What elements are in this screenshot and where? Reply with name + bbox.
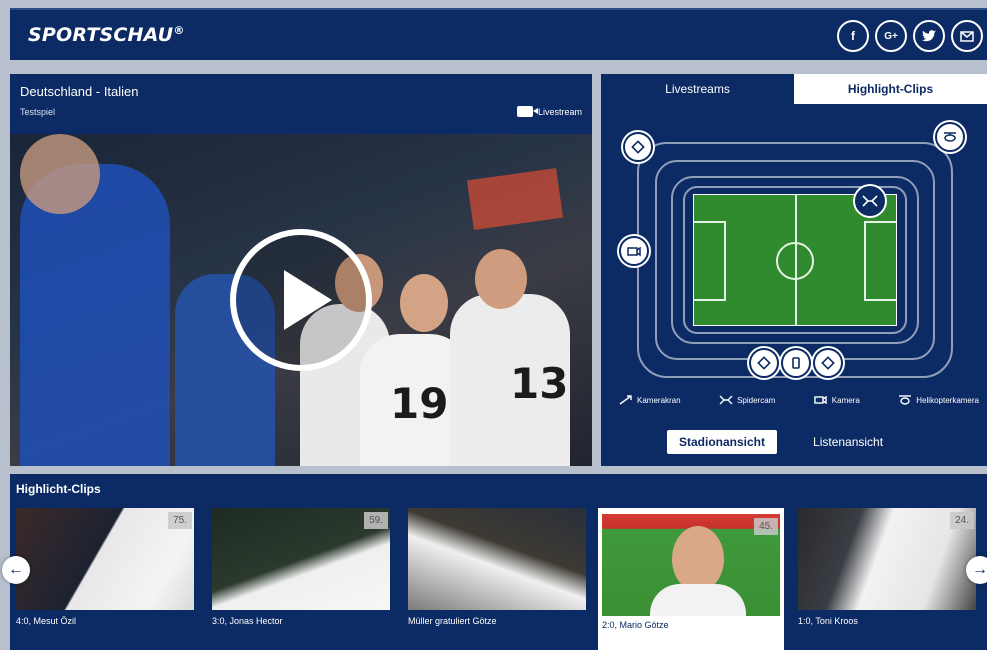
clip-player-shirt <box>650 584 746 616</box>
legend-label: Kamerakran <box>637 395 681 405</box>
video-player[interactable]: 19 13 <box>10 134 592 466</box>
camera-crane-icon <box>821 356 835 370</box>
video-header: Deutschland - Italien Testspiel Livestre… <box>10 74 592 134</box>
twitter-button[interactable] <box>913 20 945 52</box>
legend-label: Spidercam <box>737 395 776 405</box>
video-camera-icon <box>627 246 641 257</box>
player-blue-head <box>20 134 100 214</box>
list-view-button[interactable]: Listenansicht <box>801 430 895 454</box>
livestream-label: Livestream <box>537 106 582 117</box>
clips-prev-button[interactable]: ← <box>2 556 30 584</box>
clip-player-head <box>672 526 724 592</box>
play-icon[interactable] <box>230 229 372 371</box>
clip-caption: 4:0, Mesut Özil <box>16 616 77 626</box>
facebook-button[interactable]: f <box>837 20 869 52</box>
twitter-icon <box>922 30 936 42</box>
clip-thumbnail <box>408 508 586 610</box>
google-plus-icon: G+ <box>884 30 898 42</box>
clip-minute-badge: 24. <box>950 512 974 529</box>
camera-crane-icon <box>631 140 645 154</box>
legend-label: Helikopterkamera <box>916 395 979 405</box>
view-toggle: Stadionansicht Listenansicht <box>667 430 895 454</box>
clip-caption: Müller gratuliert Götze <box>408 616 497 626</box>
registered-mark: ® <box>173 24 185 37</box>
player-head-2 <box>400 274 448 332</box>
camera-panel: Livestreams Highlight-Clips Kamerakran S… <box>601 74 987 466</box>
sportschau-logo[interactable]: SPORTSCHAU® <box>28 24 185 46</box>
stadium-view-button[interactable]: Stadionansicht <box>667 430 778 454</box>
clips-title: Highlicht-Clips <box>16 482 101 496</box>
clip-card-selected[interactable]: 45. 2:0, Mario Götze <box>598 508 784 650</box>
arrow-left-icon: ← <box>8 561 24 578</box>
clip-minute-badge: 45. <box>754 518 778 535</box>
mail-icon <box>960 31 974 42</box>
legend-spidercam: Spidercam <box>719 394 775 406</box>
video-panel: Deutschland - Italien Testspiel Livestre… <box>10 74 592 466</box>
clip-minute-badge: 75. <box>168 512 192 529</box>
livestream-link[interactable]: Livestream <box>516 106 582 117</box>
spidercam[interactable] <box>855 186 885 216</box>
clip-caption: 3:0, Jonas Hector <box>212 616 283 626</box>
arrow-right-icon: → <box>972 561 987 578</box>
camera-bottom-2[interactable] <box>781 348 811 378</box>
google-plus-button[interactable]: G+ <box>875 20 907 52</box>
helicopter-camera[interactable] <box>935 122 965 152</box>
camera-crane-icon <box>619 395 632 405</box>
video-camera-icon <box>516 106 538 117</box>
logo-text: SPORTSCHAU <box>28 24 174 46</box>
camera-left[interactable] <box>619 236 649 266</box>
match-title: Deutschland - Italien <box>20 84 139 99</box>
jersey-number-13: 13 <box>510 359 569 408</box>
clip-card[interactable]: 75. 4:0, Mesut Özil <box>12 508 198 650</box>
camera-bottom-3[interactable] <box>813 348 843 378</box>
helicopter-icon <box>899 395 912 405</box>
tab-highlight-clips[interactable]: Highlight-Clips <box>794 74 987 104</box>
pitch-right-box <box>864 221 896 301</box>
legend-kamerakran: Kamerakran <box>619 394 681 406</box>
clips-next-button[interactable]: → <box>966 556 987 584</box>
legend-helikopter: Helikopterkamera <box>898 394 979 406</box>
camera-crane-top-left[interactable] <box>623 132 653 162</box>
player-head-3 <box>475 249 527 309</box>
tab-livestreams[interactable]: Livestreams <box>601 74 794 104</box>
camera-crane-icon <box>757 356 771 370</box>
legend-kamera: Kamera <box>814 394 860 406</box>
helicopter-icon <box>944 132 956 142</box>
camera-bottom-1[interactable] <box>749 348 779 378</box>
clip-card[interactable]: 59. 3:0, Jonas Hector <box>208 508 394 650</box>
spidercam-icon <box>862 195 878 207</box>
clip-caption: 2:0, Mario Götze <box>602 620 669 630</box>
top-bar: SPORTSCHAU® f G+ <box>10 8 987 60</box>
clip-minute-badge: 59. <box>364 512 388 529</box>
mail-button[interactable] <box>951 20 983 52</box>
legend-label: Kamera <box>831 395 860 405</box>
pitch-left-box <box>694 221 726 301</box>
jersey-number-19: 19 <box>390 379 449 428</box>
video-camera-icon <box>814 395 827 405</box>
camera-icon <box>792 357 800 369</box>
highlight-clips-strip: Highlicht-Clips 75. 4:0, Mesut Özil 59. … <box>2 474 987 650</box>
stadium-map <box>619 122 977 394</box>
camera-legend: Kamerakran Spidercam Kamera Helikopterka… <box>619 394 979 406</box>
clip-card[interactable]: Müller gratuliert Götze <box>404 508 590 650</box>
pitch-center-circle <box>776 242 814 280</box>
match-subtitle: Testspiel <box>20 107 56 117</box>
social-links: f G+ <box>837 20 983 52</box>
clip-card[interactable]: 24. 1:0, Toni Kroos <box>794 508 980 650</box>
facebook-icon: f <box>851 29 855 43</box>
clip-caption: 1:0, Toni Kroos <box>798 616 858 626</box>
spidercam-icon <box>719 395 733 405</box>
crowd-flag <box>466 167 564 231</box>
